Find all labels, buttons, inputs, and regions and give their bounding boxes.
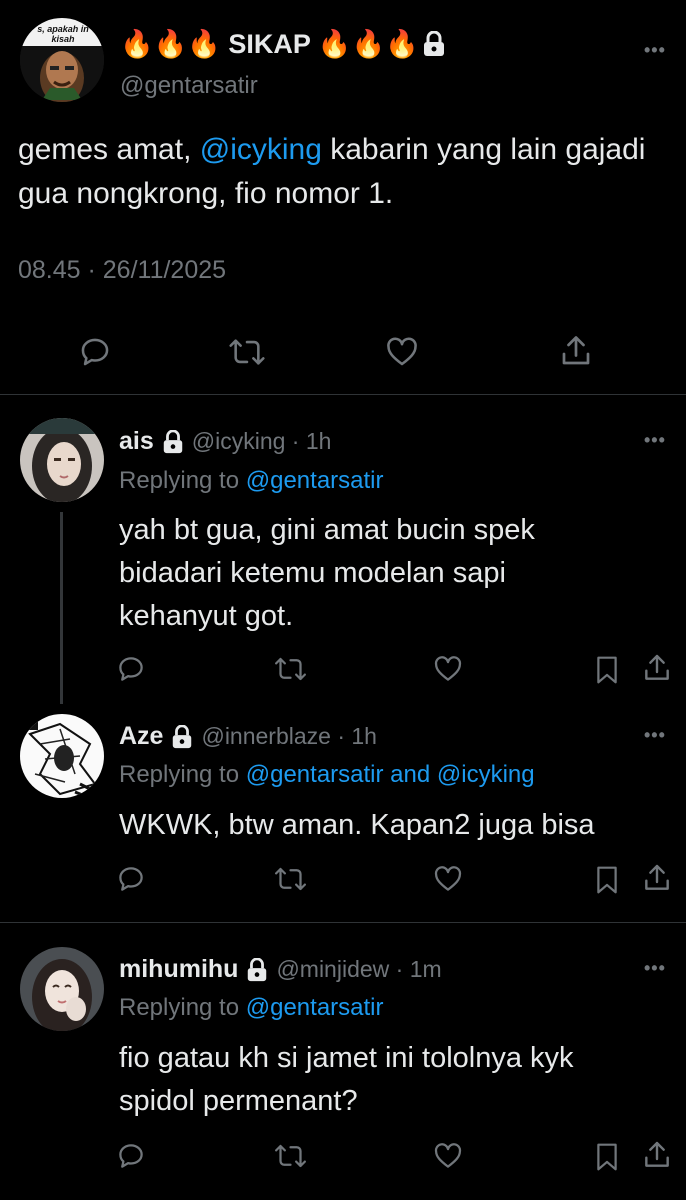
retweet-icon [229,339,265,365]
retweet-icon [275,867,306,891]
replying-prefix: Replying to [119,761,246,788]
replying-to-link[interactable]: @gentarsatir and @icyking [246,761,535,788]
retweet-button[interactable] [274,654,307,689]
replying-prefix: Replying to [119,994,246,1021]
like-icon [387,337,417,366]
retweet-icon [275,657,306,681]
bookmark-button[interactable] [592,654,622,691]
replying-prefix: Replying to [119,467,246,494]
reply-meta[interactable]: @minjidew · 1m [276,956,441,983]
reply-button[interactable] [116,1141,146,1176]
main-tweet-timestamp: 08.45 · 26/11/2025 [18,256,227,284]
share-button[interactable] [641,862,673,899]
bookmark-button[interactable] [592,864,622,901]
share-icon [562,336,590,365]
bookmark-icon [597,1143,617,1171]
tweet-text-part: gemes amat, [18,133,200,166]
bookmark-button[interactable] [592,1141,622,1178]
reply-header: Aze @innerblaze · 1h [119,722,377,751]
share-button[interactable] [641,652,673,689]
avatar-caption: s, apakah in kisah [37,24,89,44]
reply-display-name[interactable]: mihumihu [119,955,238,984]
like-icon [434,866,462,891]
reply-button[interactable] [116,654,146,689]
bookmark-icon [597,656,617,684]
reply-icon [81,338,109,366]
replying-to-link[interactable]: @gentarsatir [246,994,384,1021]
retweet-button[interactable] [274,1141,307,1176]
reply-display-name[interactable]: Aze [119,722,163,751]
retweet-button[interactable] [274,864,307,899]
reply-avatar[interactable] [20,947,104,1031]
reply-meta[interactable]: @icyking · 1h [192,428,332,455]
replying-to-link[interactable]: @gentarsatir [246,467,384,494]
like-button[interactable] [385,335,419,374]
like-button[interactable] [433,654,463,689]
share-icon [645,864,669,890]
display-name-text: 🔥🔥🔥 SIKAP 🔥🔥🔥 [120,29,419,59]
reply-text: fio gatau kh si jamet ini tololnya kyk s… [119,1042,574,1117]
retweet-icon [275,1144,306,1168]
reply-icon [119,657,143,681]
more-icon[interactable]: ••• [644,725,666,746]
main-tweet-display-name[interactable]: 🔥🔥🔥 SIKAP 🔥🔥🔥 [120,28,445,60]
reply-header: mihumihu @minjidew · 1m [119,955,442,984]
thread-line [60,512,63,704]
like-button[interactable] [433,1141,463,1176]
main-tweet-avatar[interactable]: s, apakah in kisah [20,18,104,102]
reply-avatar[interactable] [20,714,104,798]
mention-link[interactable]: @icyking [200,133,322,166]
reply-button[interactable] [116,864,146,899]
reply-avatar[interactable] [20,418,104,502]
reply-text: WKWK, btw aman. Kapan2 juga bisa [119,809,595,841]
like-icon [434,1143,462,1168]
lock-icon [423,31,444,56]
replying-to: Replying to @gentarsatir [119,994,384,1022]
share-button[interactable] [558,333,594,374]
reply-display-name[interactable]: ais [119,427,154,456]
reply-icon [119,1144,143,1168]
replying-to: Replying to @gentarsatir and @icyking [119,761,535,789]
lock-icon [163,429,182,453]
more-icon[interactable]: ••• [644,958,666,979]
divider [0,922,686,923]
main-tweet-text: gemes amat, @icyking kabarin yang lain g… [18,128,658,216]
reply-icon [119,867,143,891]
bookmark-icon [597,866,617,894]
divider [0,394,686,395]
main-tweet-handle[interactable]: @gentarsatir [120,72,258,100]
share-icon [645,654,669,680]
like-button[interactable] [433,864,463,899]
replying-to: Replying to @gentarsatir [119,467,384,495]
lock-icon [173,724,192,748]
retweet-button[interactable] [228,335,266,374]
lock-icon [248,957,267,981]
more-icon[interactable]: ••• [644,40,666,61]
reply-header: ais @icyking · 1h [119,427,331,456]
more-icon[interactable]: ••• [644,430,666,451]
reply-meta[interactable]: @innerblaze · 1h [201,723,377,750]
like-icon [434,656,462,681]
share-icon [645,1141,669,1167]
reply-text: yah bt gua, gini amat bucin spek bidadar… [119,514,535,632]
reply-button[interactable] [78,335,112,374]
share-button[interactable] [641,1139,673,1176]
